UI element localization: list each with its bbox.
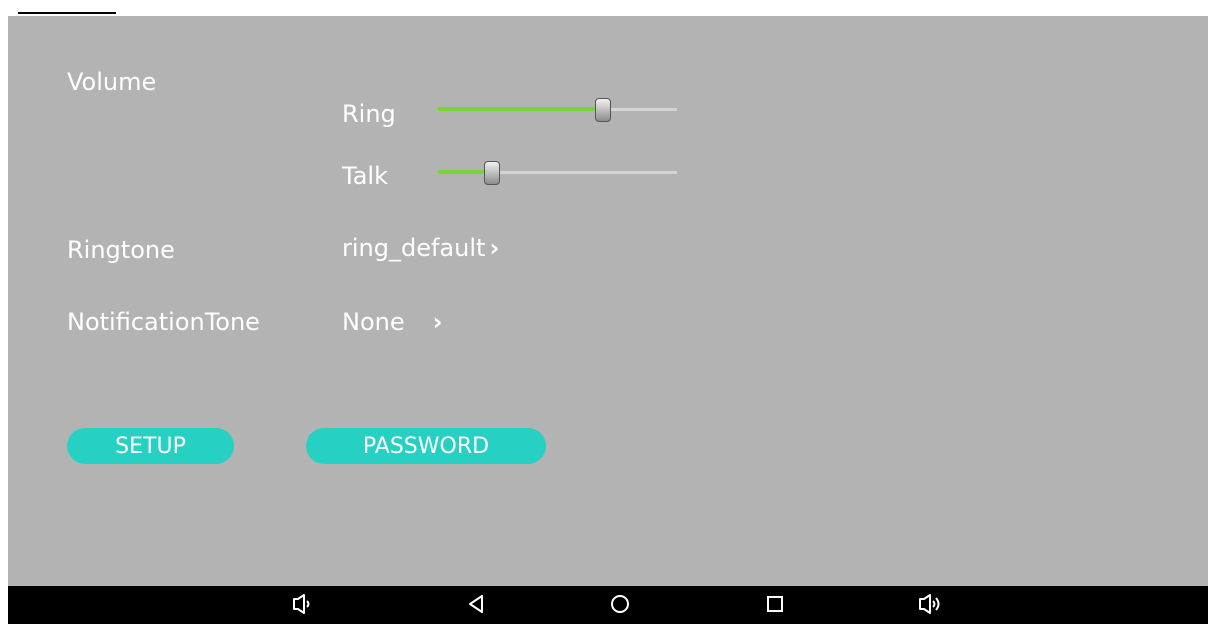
- ring-slider-thumb[interactable]: [595, 98, 611, 122]
- notification-tone-selector[interactable]: None ›: [342, 308, 443, 336]
- recents-icon[interactable]: [755, 586, 795, 624]
- talk-label: Talk: [342, 162, 388, 190]
- talk-volume-slider[interactable]: [437, 161, 677, 185]
- cropped-underline: [18, 12, 116, 14]
- settings-screen: Volume Ring Talk Ringtone ring_default › …: [8, 16, 1208, 586]
- password-button[interactable]: PASSWORD: [306, 428, 546, 464]
- volume-label: Volume: [67, 68, 157, 96]
- ring-label: Ring: [342, 100, 396, 128]
- notification-tone-value: None: [342, 308, 405, 336]
- chevron-right-icon: ›: [432, 308, 443, 336]
- volume-up-icon[interactable]: [910, 586, 950, 624]
- setup-button[interactable]: SETUP: [67, 428, 234, 464]
- chevron-right-icon: ›: [489, 234, 500, 262]
- back-icon[interactable]: [456, 586, 496, 624]
- notification-tone-label: NotificationTone: [67, 308, 260, 336]
- talk-slider-thumb[interactable]: [484, 161, 500, 185]
- ringtone-selector[interactable]: ring_default ›: [342, 234, 499, 262]
- system-navigation-bar: [8, 586, 1208, 624]
- ring-volume-slider[interactable]: [437, 98, 677, 122]
- home-icon[interactable]: [600, 586, 640, 624]
- ringtone-value: ring_default: [342, 234, 486, 262]
- ringtone-label: Ringtone: [67, 236, 175, 264]
- ring-slider-fill: [437, 107, 603, 111]
- volume-down-icon[interactable]: [282, 586, 322, 624]
- top-cropped-strip: [0, 0, 1208, 16]
